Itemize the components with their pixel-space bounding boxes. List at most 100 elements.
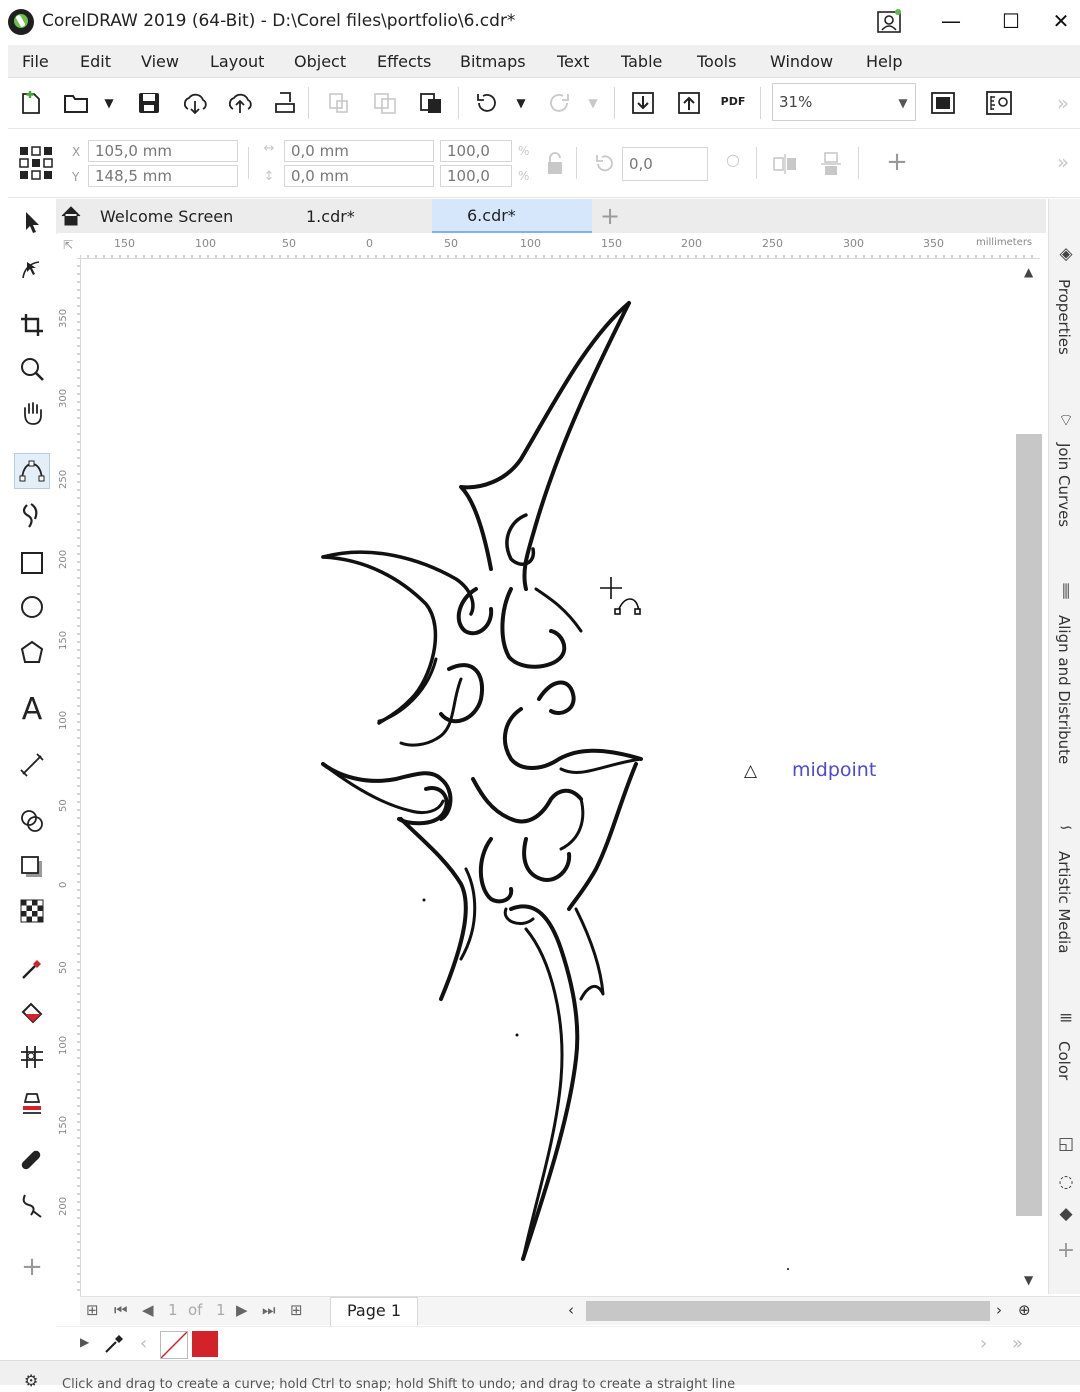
new-document-icon[interactable] (16, 88, 46, 118)
menu-edit[interactable]: Edit (80, 52, 111, 71)
scroll-up-chevron-icon[interactable]: ▲ (1024, 265, 1033, 279)
palette-scroll-right-icon[interactable]: › (980, 1333, 987, 1354)
dimension-tool-icon[interactable] (14, 747, 50, 783)
scale-x-field[interactable]: 100,0 (440, 140, 512, 162)
menu-object[interactable]: Object (294, 52, 346, 71)
menu-help[interactable]: Help (866, 52, 902, 71)
home-icon[interactable] (60, 205, 82, 231)
menu-table[interactable]: Table (621, 52, 662, 71)
height-field[interactable]: 0,0 mm (284, 165, 434, 187)
menu-layout[interactable]: Layout (210, 52, 264, 71)
close-button[interactable]: ✕ (1038, 4, 1080, 38)
width-field[interactable]: 0,0 mm (284, 140, 434, 162)
align-distribute-icon[interactable]: ⫼ (1055, 581, 1077, 603)
transparency-tool-icon[interactable] (14, 893, 50, 929)
pan-tool-icon[interactable] (14, 395, 50, 431)
drawing-canvas[interactable]: △ midpoint (81, 259, 1016, 1295)
last-page-icon[interactable]: ⏭ (262, 1301, 276, 1319)
join-curves-icon[interactable]: ⌔ (1055, 409, 1077, 431)
propbar-overflow-chevron-icon[interactable]: » (1048, 147, 1078, 177)
print-icon[interactable] (270, 88, 300, 118)
vertical-scroll-thumb[interactable] (1016, 434, 1042, 1216)
menu-view[interactable]: View (141, 52, 179, 71)
y-position-field[interactable]: 148,5 mm (88, 165, 238, 187)
menu-tools[interactable]: Tools (697, 52, 736, 71)
options-icon[interactable] (984, 88, 1014, 118)
palette-eyedropper-icon[interactable] (102, 1332, 126, 1360)
menu-text[interactable]: Text (557, 52, 589, 71)
menu-bitmaps[interactable]: Bitmaps (460, 52, 526, 71)
docker-tab-align-and-distribute[interactable]: Align and Distribute (1055, 615, 1073, 764)
scroll-down-chevron-icon[interactable]: ▼ (1024, 1273, 1033, 1287)
rotation-field[interactable]: 0,0 (622, 147, 708, 181)
horizontal-ruler[interactable]: 150 100 50 0 50 100 150 200 250 300 350 … (80, 234, 1040, 259)
docker-add-icon[interactable]: + (1055, 1238, 1077, 1263)
full-screen-preview-icon[interactable] (928, 88, 958, 118)
docker-tab-artistic-media[interactable]: Artistic Media (1055, 851, 1073, 953)
smear-tool-icon[interactable] (14, 1141, 50, 1177)
cloud-download-icon[interactable] (180, 88, 210, 118)
docker-tab-color[interactable]: Color (1055, 1041, 1073, 1080)
mirror-horizontal-icon[interactable] (770, 149, 800, 179)
undo-icon[interactable] (472, 88, 502, 118)
menu-file[interactable]: File (22, 52, 49, 71)
crop-tool-icon[interactable] (14, 307, 50, 343)
paste-icon[interactable] (416, 88, 446, 118)
artistic-media-tool-icon[interactable] (14, 497, 50, 533)
scale-y-field[interactable]: 100,0 (440, 165, 512, 187)
next-page-icon[interactable]: ▶ (236, 1301, 248, 1319)
open-folder-icon[interactable] (62, 88, 92, 118)
drop-shadow-tool-icon[interactable] (14, 849, 50, 885)
palette-expand-icon[interactable]: ▶ (80, 1335, 89, 1349)
tab-1-cdr[interactable]: 1.cdr* (306, 199, 426, 233)
object-origin-grid-icon[interactable] (14, 141, 58, 185)
x-position-field[interactable]: 105,0 mm (88, 140, 238, 162)
scroll-left-chevron-icon[interactable]: ‹ (568, 1301, 574, 1319)
add-tool-icon[interactable]: + (14, 1249, 50, 1285)
redo-icon[interactable] (544, 88, 574, 118)
text-tool-icon[interactable]: A (14, 691, 50, 727)
rectangle-tool-icon[interactable] (14, 545, 50, 581)
maximize-button[interactable]: ☐ (988, 4, 1034, 38)
zoom-dropdown-chevron-icon[interactable]: ▼ (888, 88, 918, 118)
copy-icon[interactable] (370, 88, 400, 118)
cut-icon[interactable] (324, 88, 354, 118)
first-page-icon[interactable]: ⏮ (114, 1301, 128, 1319)
red-color-swatch[interactable] (192, 1331, 218, 1357)
horizontal-scroll-thumb[interactable] (586, 1301, 990, 1321)
export-icon[interactable] (674, 88, 704, 118)
docker-page-icon[interactable]: ◱ (1055, 1133, 1077, 1155)
status-gear-icon[interactable]: ⚙ (24, 1371, 38, 1390)
cloud-upload-icon[interactable] (225, 88, 255, 118)
polygon-tool-icon[interactable] (14, 635, 50, 671)
redo-dropdown-chevron-icon[interactable]: ▼ (578, 88, 608, 118)
docker-tab-properties[interactable]: Properties (1055, 279, 1073, 355)
color-icon[interactable]: ≡ (1055, 1007, 1077, 1029)
no-color-swatch[interactable] (160, 1331, 188, 1359)
docker-shapes-icon[interactable]: ◌ (1055, 1171, 1077, 1193)
new-tab-button[interactable]: + (596, 199, 624, 233)
properties-icon[interactable]: ◈ (1055, 243, 1077, 265)
color-eyedropper-tool-icon[interactable] (14, 951, 50, 987)
shape-tool-icon[interactable] (14, 251, 50, 287)
tab-welcome-screen[interactable]: Welcome Screen (100, 199, 290, 233)
docker-tab-join-curves[interactable]: Join Curves (1055, 443, 1073, 527)
ellipse-tool-icon[interactable] (14, 589, 50, 625)
previous-page-icon[interactable]: ◀ (142, 1301, 154, 1319)
tab-6-cdr[interactable]: 6.cdr* (432, 199, 592, 233)
menu-window[interactable]: Window (770, 52, 833, 71)
current-page-number[interactable]: 1 (168, 1301, 178, 1319)
interactive-fill-tool-icon[interactable] (14, 995, 50, 1031)
publish-pdf-icon[interactable]: PDF (718, 86, 748, 116)
palette-overflow-icon[interactable]: » (1012, 1333, 1023, 1354)
insert-page-before-icon[interactable]: ⊞ (86, 1301, 99, 1319)
vertical-ruler[interactable]: 350 300 250 200 150 100 50 0 50 100 150 … (56, 258, 81, 1298)
insert-page-after-icon[interactable]: ⊞ (290, 1301, 303, 1319)
import-icon[interactable] (628, 88, 658, 118)
account-icon[interactable] (866, 4, 912, 38)
ruler-origin-icon[interactable]: ⇱ (56, 234, 81, 259)
bspline-tool-icon[interactable] (14, 453, 50, 489)
mesh-fill-tool-icon[interactable] (14, 1039, 50, 1075)
lock-ratio-icon[interactable] (540, 149, 570, 179)
freehand-tool-icon[interactable] (14, 1187, 50, 1223)
